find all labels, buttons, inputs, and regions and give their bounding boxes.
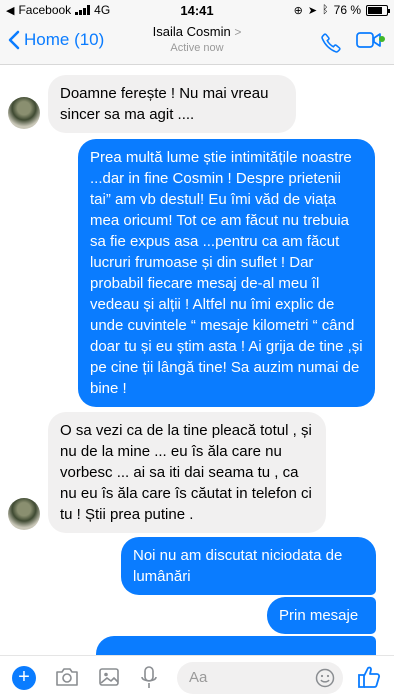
outgoing-message[interactable]: Prin mesaje bbox=[267, 597, 376, 634]
emoji-icon[interactable] bbox=[315, 668, 335, 688]
location-icon: ➤ bbox=[307, 4, 318, 17]
status-bar: ◀ Facebook 4G 14:41 ⊕ ➤ ᛒ 76 % bbox=[0, 0, 394, 20]
conversation-header: Home (10) Isaila Cosmin > Active now bbox=[0, 20, 394, 65]
contact-avatar[interactable] bbox=[8, 97, 40, 129]
microphone-icon[interactable] bbox=[140, 666, 158, 690]
online-dot-icon bbox=[379, 36, 385, 42]
thumbs-up-icon[interactable] bbox=[356, 664, 382, 690]
gallery-icon[interactable] bbox=[98, 666, 120, 688]
contact-name[interactable]: Isaila Cosmin bbox=[153, 24, 231, 39]
message-input[interactable]: Aa bbox=[177, 662, 343, 694]
battery-fill bbox=[368, 6, 382, 14]
message-list[interactable]: Doamne ferește ! Nu mai vreau sincer sa … bbox=[0, 66, 394, 655]
video-call-button[interactable] bbox=[356, 30, 385, 55]
battery-percent: 76 % bbox=[333, 3, 361, 17]
outgoing-message[interactable]: Prea multă lume știe intimitățile noastr… bbox=[78, 139, 375, 407]
incoming-message[interactable]: O sa vezi ca de la tine pleacă totul , ș… bbox=[48, 412, 326, 533]
message-input-placeholder: Aa bbox=[189, 669, 208, 686]
battery-icon bbox=[366, 4, 390, 16]
contact-avatar[interactable] bbox=[8, 498, 40, 530]
outgoing-message[interactable]: Noi nu am discutat niciodata de lumânări bbox=[121, 537, 376, 595]
chevron-right-icon: > bbox=[234, 25, 242, 39]
screen-lock-icon: ⊕ bbox=[293, 4, 303, 17]
video-camera-icon[interactable] bbox=[356, 30, 382, 50]
message-composer: + Aa bbox=[0, 655, 394, 700]
phone-call-icon[interactable] bbox=[320, 32, 342, 54]
header-actions bbox=[320, 30, 385, 55]
incoming-message[interactable]: Doamne ferește ! Nu mai vreau sincer sa … bbox=[48, 75, 296, 133]
bluetooth-icon: ᛒ bbox=[322, 4, 329, 16]
camera-icon[interactable] bbox=[54, 666, 80, 688]
plus-icon[interactable]: + bbox=[12, 666, 36, 690]
outgoing-message-partial[interactable] bbox=[96, 636, 376, 655]
status-right: ⊕ ➤ ᛒ 76 % bbox=[293, 3, 390, 17]
